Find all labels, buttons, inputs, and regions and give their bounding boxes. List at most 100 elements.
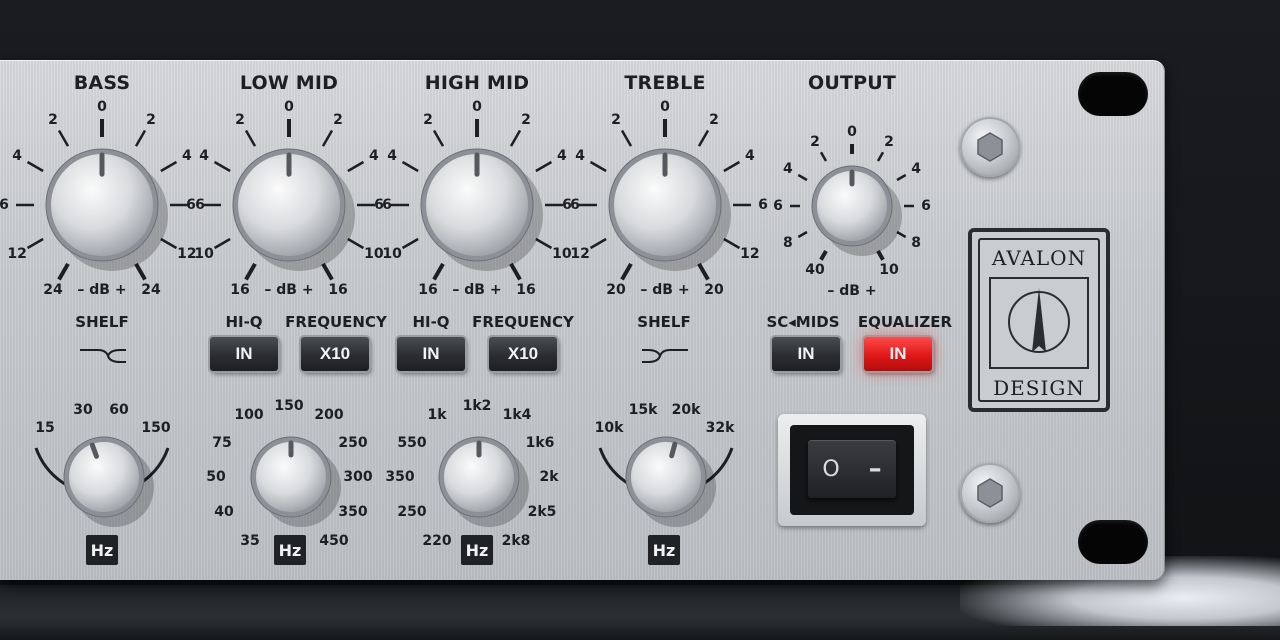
treble-knob[interactable] bbox=[605, 145, 731, 271]
rack-screw-bottom bbox=[960, 463, 1020, 523]
bass-scale-label: 12 bbox=[7, 246, 27, 262]
low-mid-scale-label: 16 bbox=[230, 281, 250, 298]
lowmid-freq-scale-label: 40 bbox=[214, 504, 234, 520]
lowmid-freq-scale-label: 100 bbox=[234, 407, 264, 423]
low-mid-knob[interactable] bbox=[229, 145, 355, 271]
bass-freq-scale-label: 150 bbox=[141, 420, 171, 436]
logo-bottom-text: DESIGN bbox=[993, 376, 1085, 400]
low-mid-scale-label: 2 bbox=[333, 112, 343, 129]
treble-freq-scale-label: 32k bbox=[705, 420, 735, 436]
lowmid-x10-button[interactable]: X10 bbox=[301, 337, 369, 371]
bass-scale-label: 0 bbox=[97, 99, 107, 115]
low-mid-db-label: – dB + bbox=[264, 282, 314, 298]
high-mid-title: HIGH MID bbox=[424, 72, 530, 94]
highmid-freq-scale-label: 350 bbox=[385, 469, 415, 485]
output-scale-label: 0 bbox=[847, 124, 857, 140]
low-mid-scale-label: 16 bbox=[328, 281, 348, 298]
bass-knob[interactable] bbox=[42, 145, 168, 271]
low-shelf-icon bbox=[80, 349, 126, 363]
highmid-hiq-label: HI-Q bbox=[412, 313, 450, 331]
lowmid-freq-scale-label: 200 bbox=[314, 407, 344, 423]
power-off-symbol: O bbox=[822, 456, 840, 482]
high-mid-scale-label: 10 bbox=[552, 246, 572, 262]
high-mid-scale-label: 0 bbox=[472, 99, 482, 115]
bass-scale-label: 24 bbox=[141, 281, 161, 298]
output-knob[interactable] bbox=[808, 162, 902, 256]
bass-scale-label: 24 bbox=[43, 281, 63, 298]
treble-scale-label: 20 bbox=[606, 281, 626, 298]
bass-scale-label: 2 bbox=[146, 112, 156, 129]
high-mid-db-label: – dB + bbox=[452, 282, 502, 298]
lowmid-freq-scale-label: 35 bbox=[240, 533, 260, 549]
treble-freq-knob[interactable] bbox=[622, 433, 716, 527]
output-scale-label: 2 bbox=[810, 133, 820, 150]
lowmid-hiq-button[interactable]: IN bbox=[210, 337, 278, 371]
logo-mark-icon bbox=[989, 277, 1089, 369]
highmid-freq-scale-label: 2k8 bbox=[501, 533, 531, 549]
treble-scale-label: 12 bbox=[570, 246, 590, 262]
highmid-freq-scale-label: 1k2 bbox=[462, 398, 492, 414]
low-mid-scale-label: 4 bbox=[368, 148, 379, 164]
treble-scale-label: 4 bbox=[744, 148, 755, 164]
bass-freq-knob[interactable] bbox=[60, 433, 154, 527]
highmid-hiq-button[interactable]: IN bbox=[397, 337, 465, 371]
lowmid-freq-scale-label: 350 bbox=[338, 504, 368, 520]
treble-scale-label: 6 bbox=[562, 197, 572, 213]
sc-mids-label: SC◂MIDS bbox=[766, 313, 840, 331]
highmid-freq-scale-label: 2k5 bbox=[527, 504, 557, 520]
rack-slot-top bbox=[1078, 72, 1148, 116]
output-title: OUTPUT bbox=[807, 72, 897, 94]
output-scale-label: 4 bbox=[911, 161, 921, 177]
lowmid-freq-knob[interactable] bbox=[247, 433, 341, 527]
output-scale-label: 8 bbox=[783, 235, 793, 251]
bass-db-label: – dB + bbox=[77, 282, 127, 298]
treble-scale-label: 4 bbox=[575, 148, 585, 164]
treble-scale-label: 0 bbox=[660, 99, 670, 115]
low-mid-scale-label: 0 bbox=[284, 99, 294, 115]
logo-top-text: AVALON bbox=[991, 246, 1087, 270]
low-mid-title: LOW MID bbox=[239, 72, 339, 94]
bass-title: BASS bbox=[73, 72, 131, 94]
bass-freq-scale-label: 30 bbox=[73, 402, 93, 418]
power-switch[interactable]: O – bbox=[808, 440, 896, 498]
rack-screw-top bbox=[960, 117, 1020, 177]
sc-mids-button[interactable]: IN bbox=[772, 337, 840, 371]
high-mid-knob[interactable] bbox=[417, 145, 543, 271]
lowmid-freq-scale-label: 300 bbox=[343, 469, 373, 485]
highmid-freq-scale-label: 250 bbox=[397, 504, 427, 520]
lowmid-hz-tag: Hz bbox=[274, 535, 306, 565]
hex-socket-icon bbox=[977, 478, 1003, 508]
bass-scale-label: 6 bbox=[195, 197, 205, 213]
treble-scale-label: 12 bbox=[740, 246, 760, 262]
highmid-x10-button[interactable]: X10 bbox=[489, 337, 557, 371]
output-scale-label: 8 bbox=[911, 235, 921, 251]
bass-hz-tag: Hz bbox=[86, 535, 118, 565]
bass-scale-label: 6 bbox=[0, 197, 9, 213]
output-scale-label: 6 bbox=[773, 198, 783, 214]
highmid-freq-scale-label: 2k bbox=[539, 469, 559, 485]
high-mid-scale-label: 4 bbox=[387, 148, 397, 164]
treble-scale-label: 2 bbox=[611, 112, 621, 129]
output-scale-label: 40 bbox=[805, 262, 825, 279]
highmid-freq-scale-label: 1k6 bbox=[525, 435, 555, 451]
high-shelf-icon bbox=[642, 349, 688, 363]
output-scale-label: 6 bbox=[921, 198, 931, 214]
high-mid-scale-label: 4 bbox=[556, 148, 567, 164]
high-mid-scale-label: 16 bbox=[516, 281, 536, 298]
avalon-design-logo: AVALON DESIGN bbox=[968, 228, 1110, 412]
highmid-freq-knob[interactable] bbox=[435, 433, 529, 527]
power-on-symbol: – bbox=[868, 454, 882, 484]
lowmid-freq-scale-label: 450 bbox=[319, 533, 349, 549]
equalizer-label: EQUALIZER bbox=[857, 313, 953, 331]
treble-freq-scale-label: 10k bbox=[594, 420, 624, 436]
lowmid-freq-scale-label: 250 bbox=[338, 435, 368, 451]
low-mid-scale-label: 10 bbox=[364, 246, 384, 262]
rack-slot-bottom bbox=[1078, 520, 1148, 564]
equalizer-button[interactable]: IN bbox=[864, 337, 932, 371]
low-mid-scale-label: 2 bbox=[235, 112, 245, 129]
lowmid-freq-scale-label: 50 bbox=[206, 469, 226, 485]
output-db-label: – dB + bbox=[827, 283, 877, 299]
high-mid-scale-label: 6 bbox=[374, 197, 384, 213]
bass-freq-scale-label: 60 bbox=[109, 402, 129, 418]
stage: BASS LOW MID HIGH MID TREBLE OUTPUT SHEL… bbox=[0, 0, 1280, 640]
